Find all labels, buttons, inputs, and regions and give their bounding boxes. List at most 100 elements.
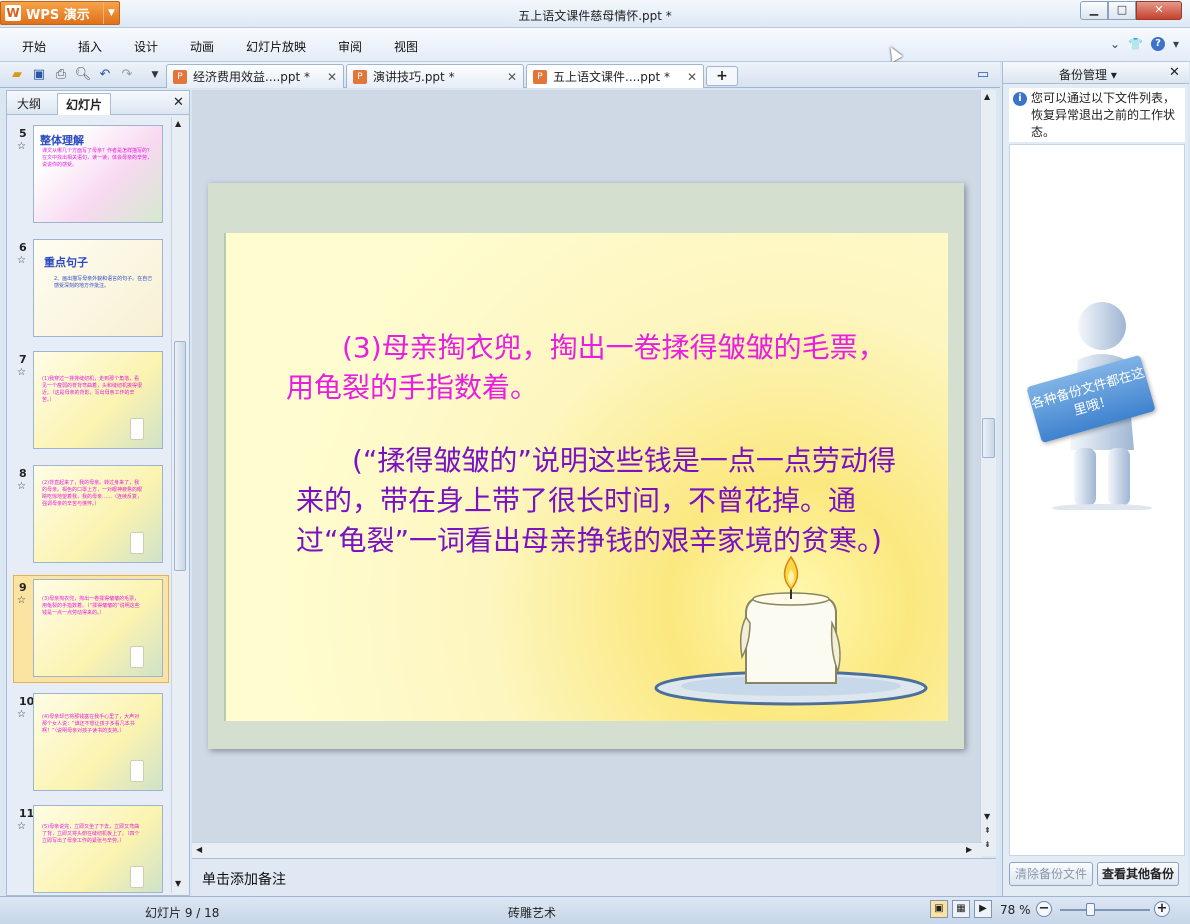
animation-star-icon: ☆ bbox=[17, 141, 26, 152]
menu-review[interactable]: 审阅 bbox=[338, 38, 362, 55]
slide-thumbnail[interactable]: (5)母亲说完，立即又坐了下去，立即又弯曲了背，立即又将头俯在缝纫机板上了。（四… bbox=[33, 805, 163, 893]
slide-thumbnail[interactable]: 整体理解 课文从哪几个方面写了母亲？作者是怎样描写的？在文中找出相关语句，读一读… bbox=[33, 125, 163, 223]
slide-thumbnail[interactable]: 重点句子 2、画出描写母亲外貌和语言的句子。在自己感受深刻的地方作批注。 bbox=[33, 239, 163, 337]
thumbnail-text: (1)我穿过一排排缝纫机，走到那个角落，看见一个瘦弱的脊背弯曲着，头和缝纫机挨得… bbox=[42, 376, 143, 403]
close-tab-icon[interactable]: ✕ bbox=[687, 70, 697, 84]
close-icon[interactable]: ✕ bbox=[173, 95, 184, 110]
zoom-level[interactable]: 78 % bbox=[1000, 903, 1031, 917]
animation-star-icon: ☆ bbox=[17, 709, 26, 720]
notes-pane[interactable]: 单击添加备注 bbox=[192, 858, 996, 896]
thumbnail-text: 课文从哪几个方面写了母亲？作者是怎样描写的？在文中找出相关语句，读一读，体会母亲… bbox=[42, 148, 153, 168]
candle-icon bbox=[130, 866, 144, 888]
new-tab-button[interactable]: + bbox=[706, 66, 738, 86]
scroll-up-icon[interactable]: ▲ bbox=[984, 92, 990, 101]
scroll-down-icon[interactable]: ▼ bbox=[984, 812, 990, 821]
minimize-button[interactable]: ▁ bbox=[1080, 1, 1108, 20]
chevron-down-icon[interactable]: ▼ bbox=[103, 2, 119, 24]
normal-view-icon[interactable]: ▣ bbox=[930, 900, 948, 918]
tab-doc-2[interactable]: P 演讲技巧.ppt * ✕ bbox=[346, 64, 524, 88]
slide-indicator: 幻灯片 9 / 18 bbox=[145, 906, 220, 920]
close-window-button[interactable]: ✕ bbox=[1136, 1, 1182, 20]
info-text: 您可以通过以下文件列表，恢复异常退出之前的工作状态。 bbox=[1031, 91, 1176, 139]
tab-slides[interactable]: 幻灯片 bbox=[57, 93, 112, 115]
slide-vertical-scrollbar[interactable]: ▲ ▼ ⇞ ⇟ bbox=[980, 90, 996, 856]
theme-name[interactable]: 砖雕艺术 bbox=[508, 904, 556, 921]
zoom-slider-track[interactable] bbox=[1060, 909, 1150, 911]
slide-thumbnail[interactable]: (1)我穿过一排排缝纫机，走到那个角落，看见一个瘦弱的脊背弯曲着，头和缝纫机挨得… bbox=[33, 351, 163, 449]
candle-icon bbox=[130, 646, 144, 668]
menu-home[interactable]: 开始 bbox=[22, 38, 46, 55]
ppt-file-icon: P bbox=[533, 69, 547, 84]
skin-shirt-icon[interactable]: 👕 bbox=[1128, 37, 1143, 51]
zoom-slider-thumb[interactable] bbox=[1086, 903, 1095, 916]
zoom-in-icon[interactable]: + bbox=[1154, 901, 1170, 917]
undo-icon[interactable]: ↶ bbox=[96, 66, 114, 84]
slide-canvas[interactable]: (3)母亲掏衣兜，掏出一卷揉得皱皱的毛票，用龟裂的手指数着。 (“揉得皱皱的”说… bbox=[208, 183, 964, 749]
backup-file-list[interactable]: 各种备份文件都在这里哦！ bbox=[1009, 144, 1185, 856]
wps-app-menu-button[interactable]: W WPS 演示 ▼ bbox=[0, 1, 120, 25]
slide-thumbnail[interactable]: (2)背直起来了，我的母亲。转过身来了，我的母亲。褐色的口罩上方，一对眼神疲惫的… bbox=[33, 465, 163, 563]
slide-sorter-view-icon[interactable]: ▦ bbox=[952, 900, 970, 918]
slide-horizontal-scrollbar[interactable]: ◀ ▶ bbox=[192, 842, 982, 858]
slide-number: 8 bbox=[19, 467, 27, 480]
redo-icon[interactable]: ↷ bbox=[118, 66, 136, 84]
slide-thumbnail-selected[interactable]: (3)母亲掏衣兜，掏出一卷揉得皱皱的毛票，用龟裂的手指数着。（“揉得皱皱的”说明… bbox=[33, 579, 163, 677]
ppt-file-icon: P bbox=[353, 69, 367, 84]
slide-content-area: (3)母亲掏衣兜，掏出一卷揉得皱皱的毛票，用龟裂的手指数着。 (“揉得皱皱的”说… bbox=[224, 233, 948, 721]
layout-toggle-icon[interactable]: ▭ bbox=[974, 66, 992, 84]
slide-thumbnail[interactable]: (4)母亲却已将那钱塞在我手心里了，大声对那个女人说：“谁还不想让孩子多看几本书… bbox=[33, 693, 163, 791]
ppt-file-icon: P bbox=[173, 69, 187, 84]
close-icon[interactable]: ✕ bbox=[1169, 65, 1180, 80]
menu-slideshow[interactable]: 幻灯片放映 bbox=[246, 38, 306, 55]
scroll-left-icon[interactable]: ◀ bbox=[196, 845, 202, 854]
help-area: ⌄ 👕 ? ▾ bbox=[1110, 37, 1179, 51]
slideshow-view-icon[interactable]: ▶ bbox=[974, 900, 992, 918]
menu-animation[interactable]: 动画 bbox=[190, 38, 214, 55]
thumbnail-scrollbar[interactable]: ▲ ▼ bbox=[171, 117, 187, 893]
scroll-down-icon[interactable]: ▼ bbox=[175, 879, 181, 888]
open-folder-icon[interactable]: ▰ bbox=[8, 66, 26, 84]
print-preview-icon[interactable]: 🔍︎ bbox=[74, 66, 92, 84]
slide-number: 7 bbox=[19, 353, 27, 366]
tab-doc-1[interactable]: P 经济费用效益....ppt * ✕ bbox=[166, 64, 344, 88]
scroll-thumb[interactable] bbox=[982, 418, 995, 458]
customize-toolbar-icon[interactable]: ▼ bbox=[146, 66, 164, 84]
save-icon[interactable]: ▣ bbox=[30, 66, 48, 84]
wps-logo-icon: W bbox=[5, 5, 21, 21]
slide-text-main[interactable]: (3)母亲掏衣兜，掏出一卷揉得皱皱的毛票，用龟裂的手指数着。 bbox=[286, 328, 886, 408]
menu-design[interactable]: 设计 bbox=[134, 38, 158, 55]
print-icon[interactable]: ⎙ bbox=[52, 66, 70, 84]
scroll-right-icon[interactable]: ▶ bbox=[966, 845, 972, 854]
previous-slide-icon[interactable]: ⇞ bbox=[984, 826, 991, 835]
maximize-button[interactable]: □ bbox=[1108, 1, 1136, 20]
close-tab-icon[interactable]: ✕ bbox=[327, 70, 337, 84]
candle-icon bbox=[130, 418, 144, 440]
notes-placeholder[interactable]: 单击添加备注 bbox=[202, 869, 286, 889]
menu-view[interactable]: 视图 bbox=[394, 38, 418, 55]
clear-backup-button[interactable]: 清除备份文件 bbox=[1009, 862, 1093, 886]
task-pane-title[interactable]: 备份管理 ▾ bbox=[1059, 66, 1117, 83]
close-tab-icon[interactable]: ✕ bbox=[507, 70, 517, 84]
next-slide-icon[interactable]: ⇟ bbox=[984, 840, 991, 849]
document-tab-bar: ▰ ▣ ⎙ 🔍︎ ↶ ↷ ▼ P 经济费用效益....ppt * ✕ P 演讲技… bbox=[0, 62, 1000, 88]
tab-outline[interactable]: 大纲 bbox=[9, 93, 49, 115]
chevron-down-icon: ▾ bbox=[1110, 68, 1117, 82]
slide-number: 9 bbox=[19, 581, 27, 594]
tab-label: 五上语文课件....ppt * bbox=[553, 70, 671, 84]
view-other-backups-button[interactable]: 查看其他备份 bbox=[1097, 862, 1179, 886]
backup-task-pane: 备份管理 ▾ ✕ i 您可以通过以下文件列表，恢复异常退出之前的工作状态。 各种… bbox=[1002, 62, 1189, 896]
animation-star-icon: ☆ bbox=[17, 821, 26, 832]
tab-doc-3-active[interactable]: P 五上语文课件....ppt * ✕ bbox=[526, 64, 704, 88]
zoom-out-icon[interactable]: − bbox=[1036, 901, 1052, 917]
status-bar: 幻灯片 9 / 18 砖雕艺术 ▣ ▦ ▶ 78 % − + bbox=[0, 896, 1190, 924]
chevron-down-icon[interactable]: ▾ bbox=[1173, 37, 1179, 51]
scroll-up-icon[interactable]: ▲ bbox=[175, 119, 181, 128]
menu-insert[interactable]: 插入 bbox=[78, 38, 102, 55]
scroll-thumb[interactable] bbox=[174, 341, 186, 571]
chevron-down-icon[interactable]: ⌄ bbox=[1110, 37, 1120, 51]
info-icon: i bbox=[1013, 92, 1027, 106]
pane-tabs: 大纲 幻灯片 ✕ bbox=[7, 91, 189, 115]
animation-star-icon: ☆ bbox=[17, 481, 26, 492]
slide-text-explanation[interactable]: (“揉得皱皱的”说明这些钱是一点一点劳动得来的，带在身上带了很长时间，不曾花掉。… bbox=[296, 441, 896, 561]
help-icon[interactable]: ? bbox=[1151, 37, 1166, 51]
